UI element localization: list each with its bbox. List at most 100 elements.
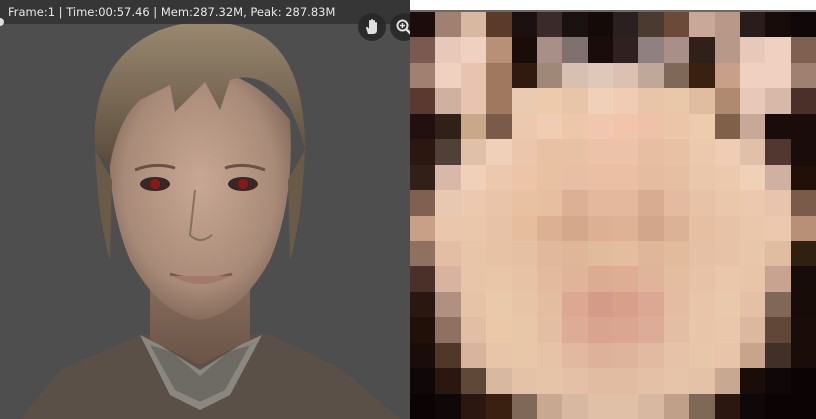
preview-pixel [435, 37, 461, 63]
render-viewport[interactable]: Frame:1 | Time:00:57.46 | Mem:287.32M, P… [0, 0, 410, 419]
preview-pixel [587, 37, 613, 63]
preview-pixel [689, 342, 715, 369]
preview-pixel [790, 291, 816, 318]
preview-pixel [638, 342, 664, 369]
preview-pixel [486, 368, 512, 394]
preview-pixel [460, 164, 487, 191]
preview-pixel [638, 62, 664, 89]
preview-pixel [765, 291, 791, 318]
preview-pixel [714, 12, 740, 38]
preview-pixel [460, 317, 487, 343]
preview-pixel [460, 342, 487, 369]
preview-pixel [765, 317, 791, 343]
preview-pixel [435, 240, 461, 267]
preview-pixel [410, 88, 436, 114]
preview-pixel [587, 393, 613, 419]
preview-pixel [638, 190, 664, 216]
preview-pixel [739, 113, 766, 140]
preview-pixel [739, 240, 766, 267]
preview-pixel [613, 215, 639, 241]
preview-pixel [613, 342, 639, 369]
preview-pixel [460, 12, 487, 38]
preview-pixel [663, 317, 690, 343]
preview-pixel [689, 139, 715, 165]
preview-pixel [765, 12, 791, 38]
preview-pixel [765, 240, 791, 267]
preview-pixel [435, 342, 461, 369]
preview-pixel [460, 266, 487, 292]
preview-pixel [613, 113, 639, 140]
preview-pixel [714, 393, 740, 419]
preview-pixel [613, 37, 639, 63]
preview-pixel [714, 164, 740, 191]
preview-pixel [689, 190, 715, 216]
preview-pixel [765, 139, 791, 165]
preview-pixel [587, 368, 613, 394]
preview-pixel [587, 317, 613, 343]
preview-pixel [638, 215, 664, 241]
preview-pixel [511, 342, 537, 369]
preview-pixel [536, 139, 563, 165]
preview-pixel [562, 240, 588, 267]
preview-pixel [486, 291, 512, 318]
preview-pixel [460, 215, 487, 241]
preview-pixel [486, 88, 512, 114]
preview-pixel [689, 368, 715, 394]
preview-pixel [587, 342, 613, 369]
preview-pixel [435, 368, 461, 394]
preview-pixel [689, 88, 715, 114]
preview-pixel [511, 393, 537, 419]
preview-pixel [613, 393, 639, 419]
preview-pixel [638, 12, 664, 38]
preview-pixel [410, 291, 436, 318]
preview-pixel [460, 240, 487, 267]
preview-pixel [536, 88, 563, 114]
preview-pixel [714, 240, 740, 267]
preview-pixel [689, 113, 715, 140]
preview-pixel [663, 88, 690, 114]
preview-pixel [562, 215, 588, 241]
preview-pixel [536, 266, 563, 292]
preview-pixel [765, 266, 791, 292]
preview-pixel [714, 88, 740, 114]
preview-pixel [765, 88, 791, 114]
preview-pixel [562, 317, 588, 343]
preview-pixel [765, 62, 791, 89]
preview-pixel [663, 190, 690, 216]
preview-pixel [638, 139, 664, 165]
preview-pixel [562, 139, 588, 165]
preview-pixel [587, 266, 613, 292]
preview-pixel [536, 368, 563, 394]
preview-pixel [587, 291, 613, 318]
preview-pixel [689, 62, 715, 89]
preview-pixel [790, 12, 816, 38]
preview-pixel [714, 368, 740, 394]
preview-pixel [714, 113, 740, 140]
preview-pixel [587, 215, 613, 241]
preview-pixel [562, 342, 588, 369]
preview-pixel [435, 215, 461, 241]
preview-pixel [613, 190, 639, 216]
preview-pixel [739, 139, 766, 165]
preview-pixel [410, 164, 436, 191]
zoom-view-button[interactable] [390, 13, 410, 41]
preview-pixel [486, 164, 512, 191]
preview-pixel [765, 393, 791, 419]
preview-pixel [536, 62, 563, 89]
preview-pixel [638, 291, 664, 318]
preview-pixel [739, 368, 766, 394]
preview-pixel [790, 266, 816, 292]
preview-pixel [739, 342, 766, 369]
preview-pixel [562, 37, 588, 63]
pixel-grid [410, 12, 816, 419]
preview-pixel [739, 62, 766, 89]
preview-pixel [587, 190, 613, 216]
preview-pixel [765, 164, 791, 191]
preview-pixel [511, 240, 537, 267]
preview-pixel [587, 113, 613, 140]
preview-pixel [410, 240, 436, 267]
pan-view-button[interactable] [358, 13, 386, 41]
preview-pixel [435, 12, 461, 38]
preview-pixel [638, 164, 664, 191]
preview-pixel [663, 215, 690, 241]
